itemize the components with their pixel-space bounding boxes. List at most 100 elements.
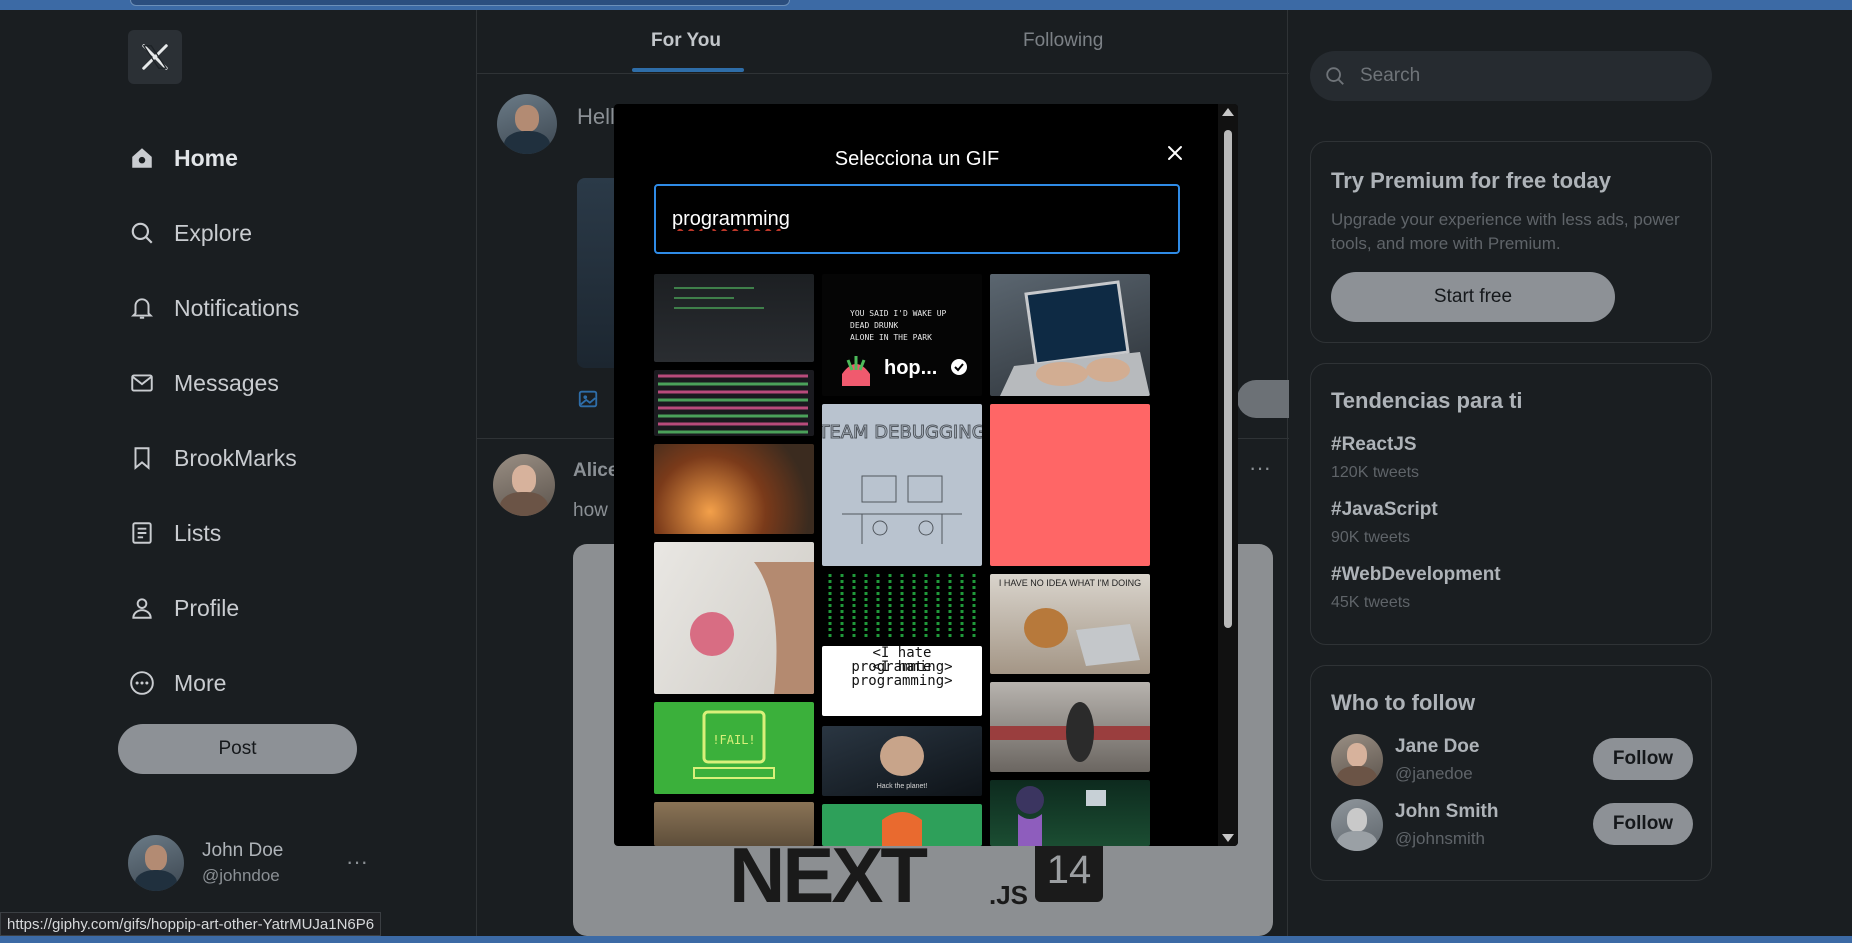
gif-item[interactable] bbox=[990, 682, 1150, 772]
person-icon bbox=[128, 594, 156, 622]
search-input[interactable]: Search bbox=[1360, 65, 1420, 87]
gif-idea-caption: I HAVE NO IDEA WHAT I'M DOING bbox=[999, 578, 1141, 588]
x-logo-icon[interactable] bbox=[128, 30, 182, 84]
scroll-up-icon[interactable] bbox=[1222, 108, 1234, 116]
compose-input[interactable]: Hell bbox=[577, 104, 615, 130]
gif-caption-line: DEAD DRUNK bbox=[850, 321, 898, 330]
gif-item[interactable] bbox=[990, 780, 1150, 846]
bell-icon bbox=[128, 294, 156, 322]
close-icon[interactable] bbox=[1160, 138, 1190, 168]
gif-item[interactable] bbox=[822, 574, 982, 640]
suggestion-name[interactable]: Jane Doe bbox=[1395, 736, 1479, 758]
start-free-button[interactable]: Start free bbox=[1331, 272, 1615, 322]
scrollbar-thumb[interactable] bbox=[1224, 130, 1232, 628]
more-circle-icon bbox=[128, 669, 156, 697]
browser-bottom-strip bbox=[0, 936, 1852, 943]
post-submit-button[interactable] bbox=[1237, 380, 1289, 418]
mail-icon bbox=[128, 369, 156, 397]
trend-count: 45K tweets bbox=[1331, 594, 1411, 611]
gif-picker-modal: Selecciona un GIF !FAIL! YOU SAID I'D WA… bbox=[614, 104, 1238, 846]
trend-tag: #ReactJS bbox=[1331, 434, 1417, 455]
gif-item[interactable]: YOU SAID I'D WAKE UP DEAD DRUNK ALONE IN T… bbox=[822, 274, 982, 396]
suggestion-handle: @janedoe bbox=[1395, 764, 1473, 783]
follow-button[interactable]: Follow bbox=[1593, 738, 1693, 780]
sidebar-item-profile[interactable]: Profile bbox=[128, 588, 239, 628]
bookmark-icon bbox=[128, 444, 156, 472]
image-icon[interactable] bbox=[577, 388, 599, 410]
tweet-author[interactable]: Alice bbox=[573, 460, 618, 482]
gif-item[interactable] bbox=[990, 404, 1150, 566]
gif-item[interactable] bbox=[654, 802, 814, 846]
gif-item[interactable] bbox=[990, 274, 1150, 396]
search-bar[interactable]: Search bbox=[1310, 51, 1712, 101]
gif-item[interactable]: I HAVE NO IDEA WHAT I'M DOING bbox=[990, 574, 1150, 674]
tab-following[interactable]: Following bbox=[1023, 30, 1103, 52]
trend-count: 90K tweets bbox=[1331, 529, 1411, 546]
gif-search-input[interactable] bbox=[654, 184, 1180, 254]
more-options-icon[interactable]: ··· bbox=[346, 849, 368, 875]
avatar bbox=[128, 835, 184, 891]
tweet-more-icon[interactable]: ··· bbox=[1249, 455, 1271, 481]
gif-caption-line: ALONE IN THE PARK bbox=[850, 333, 932, 342]
sidebar-item-label: More bbox=[174, 669, 227, 696]
avatar bbox=[1331, 734, 1383, 786]
user-name: John Doe bbox=[202, 840, 284, 861]
trend-item[interactable]: #JavaScript 90K tweets bbox=[1331, 499, 1438, 547]
avatar bbox=[1331, 799, 1383, 851]
scroll-down-icon[interactable] bbox=[1222, 834, 1234, 842]
follow-suggestion: John Smith @johnsmith Follow bbox=[1331, 799, 1693, 855]
sidebar-item-label: Explore bbox=[174, 219, 252, 246]
trend-tag: #JavaScript bbox=[1331, 499, 1438, 520]
gif-item[interactable] bbox=[654, 370, 814, 436]
user-handle: @johndoe bbox=[202, 866, 280, 885]
sidebar-item-bookmarks[interactable]: BrookMarks bbox=[128, 438, 297, 478]
sidebar-item-lists[interactable]: Lists bbox=[128, 513, 221, 553]
trend-item[interactable]: #WebDevelopment 45K tweets bbox=[1331, 564, 1501, 612]
sidebar-item-notifications[interactable]: Notifications bbox=[128, 288, 299, 328]
gif-item[interactable]: !FAIL! bbox=[654, 702, 814, 794]
gif-hack-caption: Hack the planet! bbox=[877, 783, 928, 790]
premium-card: Try Premium for free today Upgrade your … bbox=[1310, 141, 1712, 343]
gif-item[interactable] bbox=[654, 274, 814, 362]
trend-item[interactable]: #ReactJS 120K tweets bbox=[1331, 434, 1419, 482]
sidebar-item-label: Messages bbox=[174, 369, 279, 396]
follow-button[interactable]: Follow bbox=[1593, 803, 1693, 845]
tab-for-you[interactable]: For You bbox=[651, 30, 721, 52]
sidebar-item-more[interactable]: More bbox=[128, 663, 226, 703]
account-switcher[interactable]: John Doe @johndoe ··· bbox=[128, 835, 368, 891]
trend-count: 120K tweets bbox=[1331, 464, 1420, 481]
gif-item[interactable]: Hack the planet! bbox=[822, 726, 982, 796]
gif-user-label: hop... bbox=[884, 357, 937, 379]
gif-caption-line: YOU SAID I'D WAKE UP bbox=[850, 309, 947, 318]
browser-url-bar[interactable] bbox=[130, 0, 790, 6]
who-to-follow-title: Who to follow bbox=[1331, 690, 1476, 715]
gif-item[interactable]: TEAM DEBUGGING bbox=[822, 404, 982, 566]
gif-item[interactable] bbox=[654, 542, 814, 694]
sidebar-item-label: BrookMarks bbox=[174, 444, 297, 471]
suggestion-name[interactable]: John Smith bbox=[1395, 801, 1498, 823]
sidebar-item-label: Notifications bbox=[174, 294, 300, 321]
sidebar-item-label: Lists bbox=[174, 519, 222, 546]
modal-scrollbar[interactable] bbox=[1218, 104, 1238, 846]
sidebar-item-messages[interactable]: Messages bbox=[128, 363, 279, 403]
sidebar-item-home[interactable]: Home bbox=[128, 138, 238, 178]
trend-tag: #WebDevelopment bbox=[1331, 564, 1501, 585]
search-icon bbox=[1324, 65, 1346, 87]
status-bar-url: https://giphy.com/gifs/hoppip-art-other-… bbox=[0, 912, 382, 936]
sidebar-item-explore[interactable]: Explore bbox=[128, 213, 252, 253]
gif-item[interactable] bbox=[822, 804, 982, 846]
modal-title: Selecciona un GIF bbox=[834, 148, 1000, 170]
feed-tabs: For You Following bbox=[477, 10, 1289, 74]
verified-icon bbox=[951, 359, 967, 375]
trends-title: Tendencias para ti bbox=[1331, 388, 1523, 413]
browser-top-strip bbox=[0, 0, 1852, 10]
post-button[interactable]: Post bbox=[118, 724, 357, 774]
sidebar-item-label: Profile bbox=[174, 594, 240, 621]
gif-item[interactable] bbox=[654, 444, 814, 534]
gif-item[interactable]: <I hate programming> <I hate programming… bbox=[822, 646, 982, 716]
hoppip-logo-icon bbox=[842, 356, 870, 386]
active-tab-indicator bbox=[632, 68, 744, 72]
sidebar-item-label: Home bbox=[174, 144, 238, 171]
gif-team-caption: TEAM DEBUGGING bbox=[822, 422, 982, 443]
gif-fail-caption: !FAIL! bbox=[712, 733, 755, 747]
